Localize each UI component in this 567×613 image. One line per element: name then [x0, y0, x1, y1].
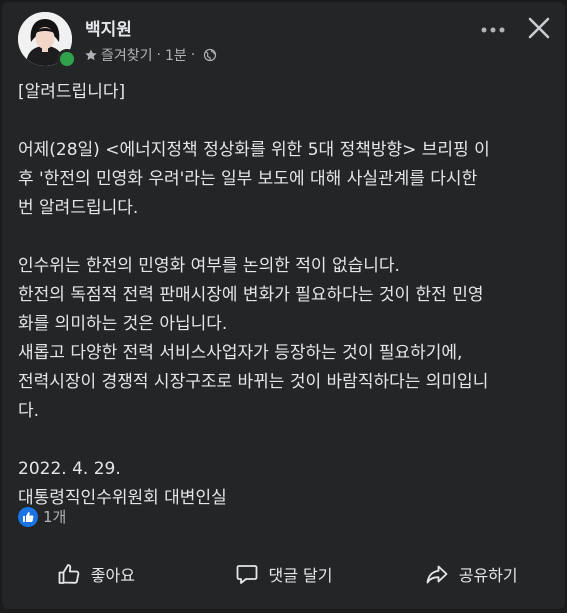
post-paragraph: 2022. 4. 29. 대통령직인수위원회 대변인실 [18, 459, 227, 508]
post-paragraph: 어제(28일) <에너지정책 정상화를 위한 5대 정책방향> 브리핑 이 후 … [18, 140, 490, 218]
action-bar: 좋아요 댓글 달기 공유하기 [2, 550, 565, 598]
post-paragraph: [알려드립니다] [18, 82, 126, 102]
reaction-summary[interactable]: 1개 [18, 506, 66, 527]
post-header: 백지원 즐겨찾기 · 1분 · [18, 12, 550, 69]
meta-separator: · [156, 47, 161, 63]
thumbs-up-icon [57, 562, 81, 586]
favorites-label[interactable]: 즐겨찾기 [101, 45, 153, 65]
share-icon [425, 562, 449, 586]
meta-separator-2: · [190, 47, 196, 63]
post-body: [알려드립니다] 어제(28일) <에너지정책 정상화를 위한 5대 정책방향>… [18, 78, 551, 513]
share-button[interactable]: 공유하기 [377, 550, 565, 598]
reaction-count: 1개 [43, 508, 67, 526]
globe-icon [203, 48, 217, 62]
post-meta: 즐겨찾기 · 1분 · [84, 45, 217, 65]
share-label: 공유하기 [458, 566, 518, 585]
close-icon[interactable] [525, 14, 553, 42]
comment-icon [235, 562, 259, 586]
comment-button[interactable]: 댓글 달기 [190, 550, 378, 598]
like-button[interactable]: 좋아요 [2, 550, 190, 598]
post-time[interactable]: 1분 [165, 45, 187, 65]
like-label: 좋아요 [90, 566, 135, 585]
more-icon[interactable] [479, 19, 507, 41]
post-dialog: 백지원 즐겨찾기 · 1분 · [알려드립니다] 어제(28일) <에너지정책 … [2, 2, 565, 609]
star-icon [84, 48, 98, 62]
post-paragraph: 인수위는 한전의 민영화 여부를 논의한 적이 없습니다. 한전의 독점적 전력… [18, 256, 489, 421]
author-name[interactable]: 백지원 [85, 15, 132, 40]
comment-label: 댓글 달기 [268, 566, 333, 585]
online-status-dot [57, 49, 77, 69]
like-badge-icon [18, 506, 38, 527]
